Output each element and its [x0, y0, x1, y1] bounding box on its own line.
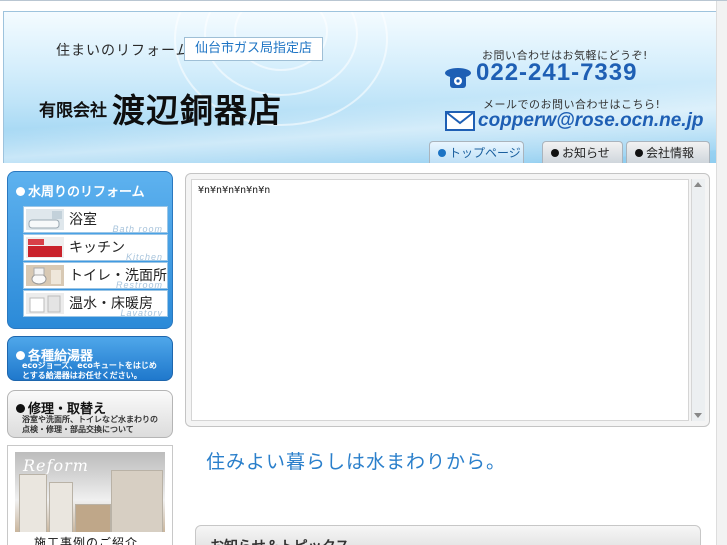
repair-description: 浴室や洗面所、トイレなど水まわりの 点検・修理・部品交換について [22, 415, 158, 435]
bullet-icon [16, 404, 25, 413]
phone-icon [445, 68, 471, 88]
case-studies-title: 施工事例のご紹介 [34, 536, 139, 545]
heater-desc-line: とする給湯器はお任せください。 [22, 371, 142, 380]
repair-banner[interactable]: 修理・取替え 浴室や洗面所、トイレなど水まわりの 点検・修理・部品交換について [7, 390, 173, 438]
menu-item-label: キッチン [69, 240, 125, 256]
bullet-icon [438, 149, 446, 157]
kitchen-photo-icon [26, 237, 64, 258]
slogan: 住みよい暮らしは水まわりから。 [206, 451, 507, 473]
embedded-content[interactable]: ¥n¥n¥n¥n¥n¥n [191, 179, 689, 421]
sidebar-item-kitchen[interactable]: キッチン Kitchen [23, 234, 168, 261]
tab-news[interactable]: お知らせ [542, 141, 623, 163]
tab-label: お知らせ [562, 146, 610, 160]
case-studies-banner[interactable]: Reform 施工事例のご紹介 [7, 445, 173, 545]
repair-desc-line: 浴室や洗面所、トイレなど水まわりの [22, 415, 158, 424]
reform-photo: Reform [15, 452, 165, 532]
toilet-photo-icon [26, 265, 64, 286]
bullet-icon [16, 187, 25, 196]
scroll-down-icon[interactable] [694, 413, 702, 418]
site-tagline: 住まいのリフォーム [56, 43, 191, 59]
tab-label: トップページ [449, 146, 521, 160]
main-content-frame: ¥n¥n¥n¥n¥n¥n [185, 173, 710, 427]
menu-item-sublabel: Kitchen [125, 252, 163, 261]
reform-photo-word: Reform [23, 456, 89, 475]
bullet-icon [635, 149, 643, 157]
bullet-icon [16, 351, 25, 360]
tab-label: 会社情報 [646, 146, 695, 160]
page: 住まいのリフォーム 仙台市ガス局指定店 有限会社 渡辺銅器店 お問い合わせはお気… [0, 0, 727, 545]
embedded-content-text: ¥n¥n¥n¥n¥n¥n [198, 185, 271, 196]
scroll-up-icon[interactable] [694, 182, 702, 187]
tab-company-info[interactable]: 会社情報 [626, 141, 710, 163]
content-scrollbar[interactable] [691, 179, 705, 421]
menu-item-label: 浴室 [69, 212, 97, 228]
sidebar-item-bath[interactable]: 浴室 Bath room [23, 206, 168, 233]
page-scrollbar[interactable] [716, 1, 727, 545]
company-prefix: 有限会社 [39, 101, 107, 121]
email-link[interactable]: copperw@rose.ocn.ne.jp [478, 110, 703, 132]
phone-number[interactable]: 022-241-7339 [476, 59, 637, 87]
tab-top-page[interactable]: トップページ [429, 141, 524, 163]
sidebar-item-floor-heating[interactable]: 温水・床暖房 Lavatory [23, 290, 168, 317]
reform-menu: 水周りのリフォーム 浴室 Bath room キッチン Kitchen トイレ・… [7, 171, 173, 329]
news-section-header: お知らせ＆トピックス [195, 525, 701, 545]
menu-item-sublabel: Restroom [115, 280, 163, 289]
gas-bureau-badge: 仙台市ガス局指定店 [184, 37, 323, 61]
mail-icon[interactable] [445, 111, 475, 131]
reform-heading: 水周りのリフォーム [16, 181, 145, 200]
company-logo-name[interactable]: 渡辺銅器店 [112, 84, 282, 132]
news-section-title: お知らせ＆トピックス [210, 536, 349, 545]
water-heater-banner[interactable]: 各種給湯器 ecoジョーズ、ecoキュートをはじめ とする給湯器はお任せください… [7, 336, 173, 381]
heater-desc-line: ecoジョーズ、ecoキュートをはじめ [22, 361, 157, 370]
sidebar-item-toilet[interactable]: トイレ・洗面所 Restroom [23, 262, 168, 289]
floor-heating-photo-icon [26, 293, 64, 314]
menu-item-sublabel: Lavatory [120, 308, 163, 317]
repair-desc-line: 点検・修理・部品交換について [22, 425, 134, 434]
menu-item-sublabel: Bath room [112, 224, 163, 233]
heater-description: ecoジョーズ、ecoキュートをはじめ とする給湯器はお任せください。 [22, 361, 157, 381]
bullet-icon [551, 149, 559, 157]
bathtub-photo-icon [26, 209, 64, 230]
reform-heading-label: 水周りのリフォーム [28, 185, 145, 200]
